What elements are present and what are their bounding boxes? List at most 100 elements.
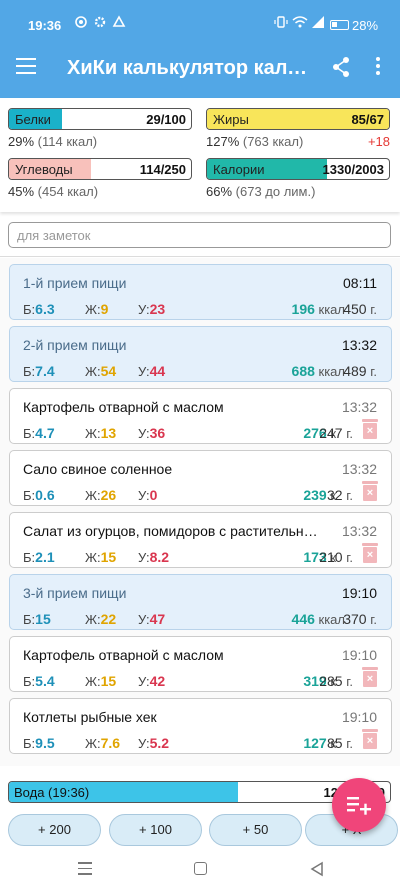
food-item-card[interactable]: Котлеты рыбные хек 19:10 Б:9.5 Ж:7.6 У:5.2 12… <box>9 698 392 754</box>
fat-percent: 127% <box>206 134 240 149</box>
entry-carbs: У:36 <box>138 425 166 441</box>
delete-icon[interactable]: × <box>362 729 378 749</box>
calories-label: Калории <box>213 162 265 177</box>
entry-fat: Ж:26 <box>85 487 117 503</box>
vibrate-icon <box>274 15 288 32</box>
add-water-100-button[interactable]: + 100 <box>109 814 202 846</box>
entry-name: 1-й прием пищи <box>23 275 127 291</box>
entry-carbs: У:8.2 <box>138 549 170 565</box>
carbs-kcal: (454 ккал) <box>37 184 99 199</box>
entry-grams: 489 г. <box>343 363 377 379</box>
water-label: Вода (19:36) <box>14 785 90 800</box>
divider <box>0 256 400 257</box>
notification-icon <box>74 15 88 32</box>
home-icon[interactable] <box>194 862 207 875</box>
entry-fat: Ж:7.6 <box>85 735 121 751</box>
entry-carbs: У:47 <box>138 611 166 627</box>
entry-protein: Б:7.4 <box>23 363 55 379</box>
battery-icon <box>330 20 349 30</box>
share-icon[interactable] <box>330 54 352 80</box>
add-water-50-button[interactable]: + 50 <box>209 814 302 846</box>
add-food-fab[interactable] <box>332 778 386 832</box>
entry-name: Картофель отварной с маслом <box>23 399 224 415</box>
delete-icon[interactable]: × <box>362 419 378 439</box>
entries-list[interactable]: 1-й прием пищи 08:11 Б:6.3 Ж:9 У:23 196 ккал 4… <box>0 258 400 766</box>
entry-carbs: У:44 <box>138 363 166 379</box>
protein-label: Белки <box>15 112 51 127</box>
entry-name: Картофель отварной с маслом <box>23 647 224 663</box>
notes-field[interactable]: для заметок <box>8 222 391 248</box>
protein-sub: 29% (114 ккал) <box>8 134 192 149</box>
protein-bar: Белки 29/100 <box>8 108 192 130</box>
back-icon[interactable] <box>310 861 324 877</box>
entry-time: 13:32 <box>341 399 377 415</box>
entry-protein: Б:2.1 <box>23 549 55 565</box>
delete-icon[interactable]: × <box>362 667 378 687</box>
delete-icon[interactable]: × <box>362 543 378 563</box>
entry-grams: 370 г. <box>343 611 377 627</box>
fat-bar: Жиры 85/67 <box>206 108 390 130</box>
entry-kcal: 196 ккал <box>291 301 345 317</box>
meal-card[interactable]: 3-й прием пищи 19:10 Б:15 Ж:22 У:47 446 ккал 3… <box>9 574 392 630</box>
daily-summary: Белки 29/100 29% (114 ккал) Жиры 85/67 1… <box>0 98 400 212</box>
entry-protein: Б:15 <box>23 611 51 627</box>
menu-icon[interactable] <box>16 58 36 74</box>
meal-card[interactable]: 1-й прием пищи 08:11 Б:6.3 Ж:9 У:23 196 ккал 4… <box>9 264 392 320</box>
entry-time: 19:10 <box>341 647 377 663</box>
entry-grams: 210 г. <box>319 549 353 565</box>
food-item-card[interactable]: Картофель отварной с маслом 13:32 Б:4.7 Ж:1… <box>9 388 392 444</box>
carbs-sub: 45% (454 ккал) <box>8 184 192 199</box>
food-item-card[interactable]: Салат из огурцов, помидоров с растительн… <box>9 512 392 568</box>
entry-fat: Ж:9 <box>85 301 109 317</box>
add-to-list-icon <box>347 797 371 815</box>
protein-value: 29/100 <box>146 112 186 127</box>
gear-icon <box>93 15 107 32</box>
more-icon[interactable] <box>370 57 386 77</box>
entry-grams: 85 г. <box>327 735 353 751</box>
entry-name: Котлеты рыбные хек <box>23 709 157 725</box>
entry-protein: Б:4.7 <box>23 425 55 441</box>
entry-kcal: 446 ккал <box>291 611 345 627</box>
entry-protein: Б:6.3 <box>23 301 55 317</box>
fat-excess: +18 <box>367 134 390 149</box>
entry-name: Сало свиное соленное <box>23 461 173 477</box>
battery-level: 28% <box>352 18 379 33</box>
food-item-card[interactable]: Картофель отварной с маслом 19:10 Б:5.4 Ж:1… <box>9 636 392 692</box>
entry-time: 13:32 <box>341 337 377 353</box>
app-icon <box>112 15 126 32</box>
signal-icon <box>311 15 325 32</box>
app-bar: ХиКи калькулятор калорий <box>0 40 400 98</box>
entry-carbs: У:42 <box>138 673 166 689</box>
entry-name: Салат из огурцов, помидоров с растительн… <box>23 523 323 539</box>
entry-time: 19:10 <box>341 585 377 601</box>
entry-time: 19:10 <box>341 709 377 725</box>
status-bar: 19:36 28% <box>0 0 400 40</box>
calories-percent: 66% <box>206 184 233 199</box>
system-nav-bar <box>0 852 400 889</box>
entry-name: 2-й прием пищи <box>23 337 127 353</box>
carbs-value: 114/250 <box>139 162 186 177</box>
calories-bar: Калории 1330/2003 <box>206 158 390 180</box>
entry-time: 13:32 <box>341 461 377 477</box>
entry-carbs: У:23 <box>138 301 166 317</box>
add-water-200-button[interactable]: + 200 <box>8 814 101 846</box>
entry-grams: 450 г. <box>343 301 377 317</box>
recents-icon[interactable] <box>78 862 92 876</box>
entry-carbs: У:0 <box>138 487 158 503</box>
calories-summary: Калории 1330/2003 66% (673 до лим.) <box>206 158 390 199</box>
carbs-bar: Углеводы 114/250 <box>8 158 192 180</box>
entry-fat: Ж:13 <box>85 425 117 441</box>
carbs-summary: Углеводы 114/250 45% (454 ккал) <box>8 158 192 199</box>
calories-remaining: (673 до лим.) <box>235 184 316 199</box>
carbs-percent: 45% <box>8 184 35 199</box>
meal-card[interactable]: 2-й прием пищи 13:32 Б:7.4 Ж:54 У:44 688 ккал… <box>9 326 392 382</box>
entry-kcal: 688 ккал <box>291 363 345 379</box>
entry-grams: 32 г. <box>327 487 353 503</box>
fat-value: 85/67 <box>351 112 384 127</box>
delete-icon[interactable]: × <box>362 481 378 501</box>
entry-fat: Ж:15 <box>85 673 117 689</box>
entry-protein: Б:5.4 <box>23 673 55 689</box>
food-item-card[interactable]: Сало свиное соленное 13:32 Б:0.6 Ж:26 У:0 239… <box>9 450 392 506</box>
calories-value: 1330/2003 <box>322 162 384 177</box>
wifi-icon <box>292 15 308 32</box>
